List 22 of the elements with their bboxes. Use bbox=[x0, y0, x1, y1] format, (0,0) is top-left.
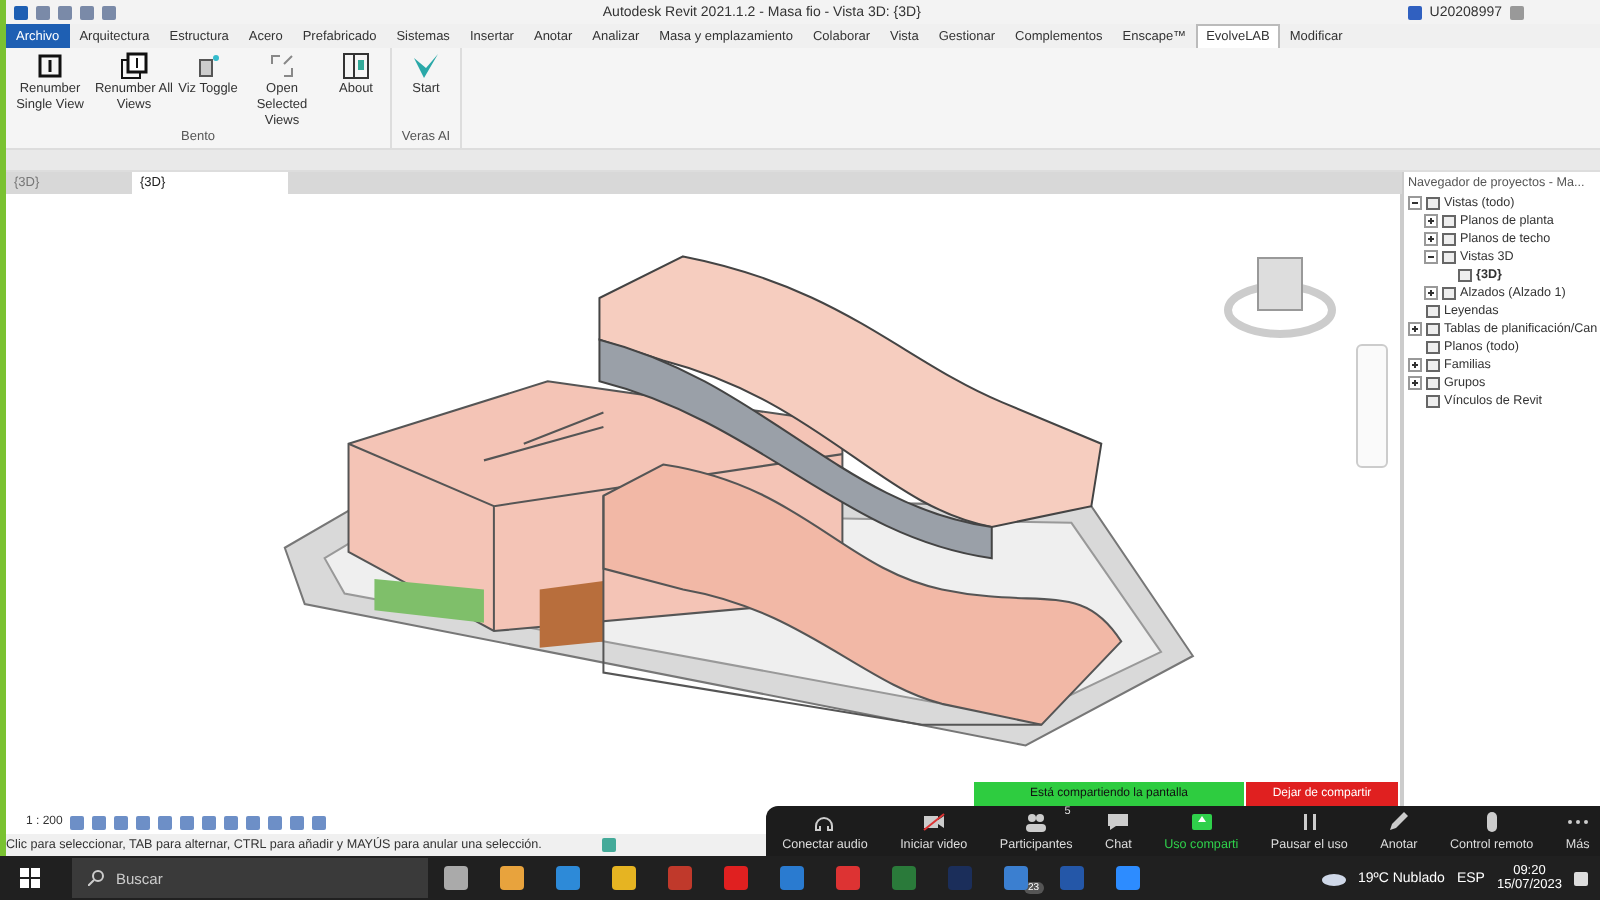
expand-icon bbox=[268, 52, 296, 80]
expand-toggle[interactable] bbox=[1424, 286, 1438, 300]
cloud-icon bbox=[1322, 870, 1347, 886]
expand-toggle[interactable] bbox=[1424, 232, 1438, 246]
expand-toggle[interactable] bbox=[1408, 322, 1422, 336]
video-off-icon bbox=[921, 810, 946, 834]
panel-icon bbox=[342, 52, 370, 80]
number-one-icon bbox=[36, 52, 64, 80]
app-icon[interactable] bbox=[444, 866, 468, 890]
app-icon[interactable] bbox=[1059, 866, 1084, 890]
search-icon bbox=[88, 870, 104, 886]
expand-toggle[interactable] bbox=[1424, 214, 1438, 228]
people-icon bbox=[1024, 810, 1049, 834]
eye-toggle-icon bbox=[194, 52, 222, 80]
chat-bubble-icon bbox=[1106, 810, 1131, 834]
expand-toggle[interactable] bbox=[1408, 358, 1422, 372]
windows-start-icon[interactable] bbox=[20, 868, 40, 888]
collapse-toggle[interactable] bbox=[1408, 196, 1422, 210]
checkmark-icon bbox=[412, 52, 440, 80]
collapse-toggle[interactable] bbox=[1424, 250, 1438, 264]
expand-toggle[interactable] bbox=[1408, 376, 1422, 390]
app-icon[interactable] bbox=[1115, 866, 1140, 890]
